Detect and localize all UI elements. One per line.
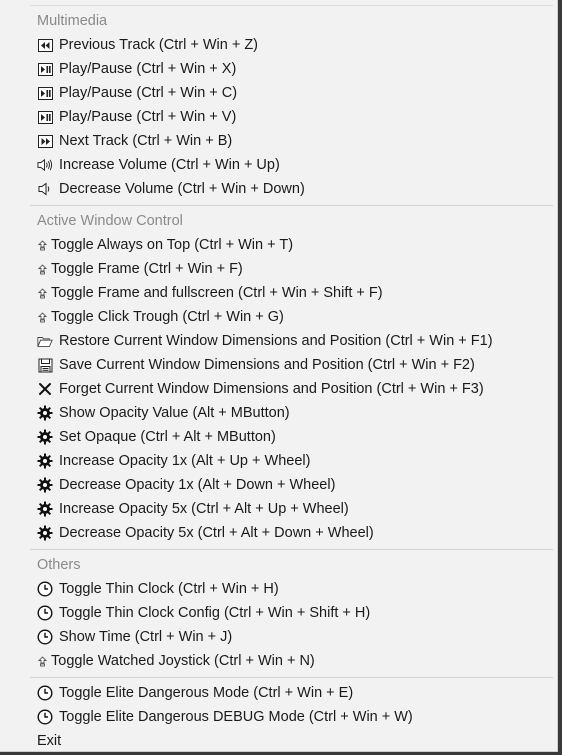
menu-item-play-pause-ctrl-win-c[interactable]: Play/Pause (Ctrl + Win + C) — [0, 81, 557, 105]
active-window-items: Toggle Always on Top (Ctrl + Win + T) Tog… — [0, 233, 557, 545]
menu-item-label: Toggle Elite Dangerous Mode (Ctrl + Win … — [59, 685, 354, 701]
menu-item-toggle-frame-and-fullscreen-ctrl-win-shift-f[interactable]: Toggle Frame and fullscreen (Ctrl + Win … — [0, 281, 557, 305]
menu-item-label: Toggle Thin Clock (Ctrl + Win + H) — [59, 581, 279, 597]
gear-icon — [37, 477, 53, 493]
menu-item-increase-opacity-5x-ctrl-alt-up-wheel[interactable]: Increase Opacity 5x (Ctrl + Alt + Up + W… — [0, 497, 557, 521]
menu-item-set-opaque-ctrl-alt-mbutton[interactable]: Set Opaque (Ctrl + Alt + MButton) — [0, 425, 557, 449]
menu-item-restore-current-window-dimensions-and-position-c[interactable]: Restore Current Window Dimensions and Po… — [0, 329, 557, 353]
menu-item-label: Toggle Frame (Ctrl + Win + F) — [51, 261, 243, 277]
clock-icon — [37, 709, 53, 725]
menu-item-toggle-frame-ctrl-win-f[interactable]: Toggle Frame (Ctrl + Win + F) — [0, 257, 557, 281]
menu-item-decrease-opacity-5x-ctrl-alt-down-wheel[interactable]: Decrease Opacity 5x (Ctrl + Alt + Down +… — [0, 521, 557, 545]
menu-item-label: Restore Current Window Dimensions and Po… — [59, 333, 493, 349]
menu-item-label: Decrease Volume (Ctrl + Win + Down) — [59, 181, 305, 197]
menu-item-label: Decrease Opacity 5x (Ctrl + Alt + Down +… — [59, 525, 374, 541]
menu-item-label: Show Time (Ctrl + Win + J) — [59, 629, 233, 645]
window-toggle-icon — [37, 261, 47, 277]
next-track-icon — [37, 133, 53, 149]
menu-item-next-track-ctrl-win-b[interactable]: Next Track (Ctrl + Win + B) — [0, 129, 557, 153]
clock-icon — [37, 685, 53, 701]
menu-item-save-current-window-dimensions-and-position-ctrl[interactable]: Save Current Window Dimensions and Posit… — [0, 353, 557, 377]
menu-item-label: Play/Pause (Ctrl + Win + C) — [59, 85, 238, 101]
menu-item-forget-current-window-dimensions-and-position-ct[interactable]: Forget Current Window Dimensions and Pos… — [0, 377, 557, 401]
gear-icon — [37, 525, 53, 541]
volume-up-icon — [37, 157, 53, 173]
menu-item-label: Toggle Frame and fullscreen (Ctrl + Win … — [51, 285, 383, 301]
elite-items: Toggle Elite Dangerous Mode (Ctrl + Win … — [0, 681, 557, 729]
menu-item-play-pause-ctrl-win-x[interactable]: Play/Pause (Ctrl + Win + X) — [0, 57, 557, 81]
menu-item-previous-track-ctrl-win-z[interactable]: Previous Track (Ctrl + Win + Z) — [0, 33, 557, 57]
window-toggle-icon — [37, 237, 47, 253]
volume-down-icon — [37, 181, 53, 197]
menu-item-label: Toggle Click Trough (Ctrl + Win + G) — [51, 309, 284, 325]
menu-item-play-pause-ctrl-win-v[interactable]: Play/Pause (Ctrl + Win + V) — [0, 105, 557, 129]
section-header-active-window-control: Active Window Control — [37, 213, 183, 229]
gear-icon — [37, 453, 53, 469]
section-header-multimedia: Multimedia — [37, 13, 108, 29]
menu-item-label: Previous Track (Ctrl + Win + Z) — [59, 37, 259, 53]
menu-item-label: Set Opaque (Ctrl + Alt + MButton) — [59, 429, 276, 445]
menu-separator — [30, 677, 553, 678]
play-pause-icon — [37, 61, 53, 77]
menu-item-label: Toggle Watched Joystick (Ctrl + Win + N) — [51, 653, 315, 669]
others-items: Toggle Thin Clock (Ctrl + Win + H) Toggle… — [0, 577, 557, 673]
menu-item-decrease-opacity-1x-alt-down-wheel[interactable]: Decrease Opacity 1x (Alt + Down + Wheel) — [0, 473, 557, 497]
menu-separator — [30, 549, 553, 550]
menu-item-show-time-ctrl-win-j[interactable]: Show Time (Ctrl + Win + J) — [0, 625, 557, 649]
menu-item-decrease-volume-ctrl-win-down[interactable]: Decrease Volume (Ctrl + Win + Down) — [0, 177, 557, 201]
clock-icon — [37, 581, 53, 597]
gear-icon — [37, 501, 53, 517]
menu-item-label: Toggle Always on Top (Ctrl + Win + T) — [51, 237, 294, 253]
save-icon — [37, 357, 53, 373]
window-toggle-icon — [37, 285, 47, 301]
menu-item-label: Toggle Thin Clock Config (Ctrl + Win + S… — [59, 605, 371, 621]
menu-item-increase-volume-ctrl-win-up[interactable]: Increase Volume (Ctrl + Win + Up) — [0, 153, 557, 177]
section-header-others: Others — [37, 557, 81, 573]
menu-item-label: Show Opacity Value (Alt + MButton) — [59, 405, 290, 421]
menu-item-toggle-watched-joystick-ctrl-win-n[interactable]: Toggle Watched Joystick (Ctrl + Win + N) — [0, 649, 557, 673]
menu-item-toggle-elite-dangerous-debug-mode-ctrl-win-w[interactable]: Toggle Elite Dangerous DEBUG Mode (Ctrl … — [0, 705, 557, 729]
play-pause-icon — [37, 109, 53, 125]
menu-item-label: Play/Pause (Ctrl + Win + X) — [59, 61, 237, 77]
window-toggle-icon — [37, 653, 47, 669]
gear-icon — [37, 405, 53, 421]
previous-track-icon — [37, 37, 53, 53]
context-menu: Multimedia Previous Track (Ctrl + Win + … — [0, 0, 558, 752]
menu-item-label: Increase Opacity 5x (Ctrl + Alt + Up + W… — [59, 501, 349, 517]
menu-item-toggle-always-on-top-ctrl-win-t[interactable]: Toggle Always on Top (Ctrl + Win + T) — [0, 233, 557, 257]
menu-item-label: Toggle Elite Dangerous DEBUG Mode (Ctrl … — [59, 709, 413, 725]
gear-icon — [37, 429, 53, 445]
folder-icon — [37, 333, 53, 349]
menu-item-toggle-elite-dangerous-mode-ctrl-win-e[interactable]: Toggle Elite Dangerous Mode (Ctrl + Win … — [0, 681, 557, 705]
window-toggle-icon — [37, 309, 47, 325]
menu-item-label: Exit — [37, 733, 62, 749]
multimedia-items: Previous Track (Ctrl + Win + Z) Play/Paus… — [0, 33, 557, 201]
play-pause-icon — [37, 85, 53, 101]
menu-item-increase-opacity-1x-alt-up-wheel[interactable]: Increase Opacity 1x (Alt + Up + Wheel) — [0, 449, 557, 473]
menu-item-label: Save Current Window Dimensions and Posit… — [59, 357, 475, 373]
menu-item-toggle-thin-clock-ctrl-win-h[interactable]: Toggle Thin Clock (Ctrl + Win + H) — [0, 577, 557, 601]
clock-icon — [37, 605, 53, 621]
menu-item-label: Next Track (Ctrl + Win + B) — [59, 133, 233, 149]
close-icon — [37, 381, 53, 397]
menu-top-divider — [30, 5, 553, 6]
menu-item-label: Forget Current Window Dimensions and Pos… — [59, 381, 484, 397]
menu-item-exit[interactable]: Exit — [0, 729, 557, 753]
menu-item-toggle-thin-clock-config-ctrl-win-shift-h[interactable]: Toggle Thin Clock Config (Ctrl + Win + S… — [0, 601, 557, 625]
menu-item-label: Play/Pause (Ctrl + Win + V) — [59, 109, 237, 125]
menu-separator — [30, 205, 553, 206]
menu-item-toggle-click-trough-ctrl-win-g[interactable]: Toggle Click Trough (Ctrl + Win + G) — [0, 305, 557, 329]
menu-item-label: Increase Volume (Ctrl + Win + Up) — [59, 157, 280, 173]
menu-item-label: Increase Opacity 1x (Alt + Up + Wheel) — [59, 453, 311, 469]
menu-item-show-opacity-value-alt-mbutton[interactable]: Show Opacity Value (Alt + MButton) — [0, 401, 557, 425]
menu-item-label: Decrease Opacity 1x (Alt + Down + Wheel) — [59, 477, 336, 493]
clock-icon — [37, 629, 53, 645]
